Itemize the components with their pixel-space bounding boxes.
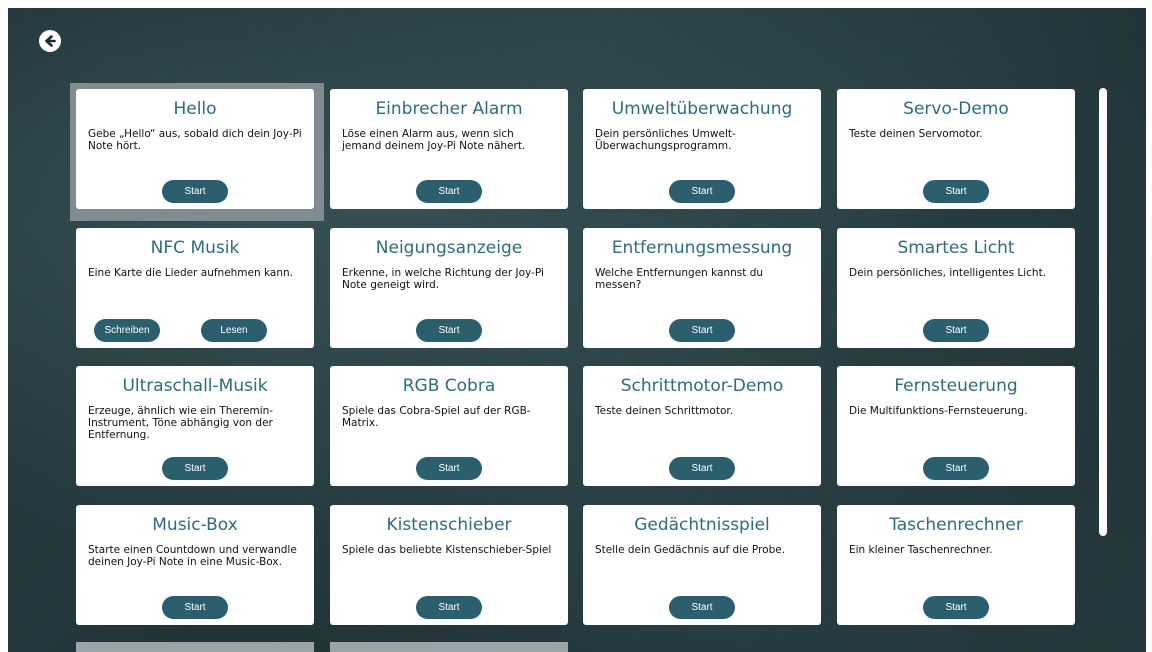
start-button[interactable]: Start <box>162 596 228 619</box>
start-button[interactable]: Start <box>416 457 482 480</box>
app-card[interactable]: Taschenrechner Ein kleiner Taschenrechner… <box>837 505 1075 625</box>
app-card[interactable]: Ultraschall-Musik Erzeuge, ähnlich wie ei… <box>76 366 314 486</box>
card-title: Einbrecher Alarm <box>375 99 523 119</box>
card-title: RGB Cobra <box>402 376 496 396</box>
app-card[interactable]: Hello Gebe „Hello“ aus, sobald dich dein … <box>76 89 314 209</box>
app-card[interactable]: Music-Box Starte einen Countdown und verw… <box>76 505 314 625</box>
app-card[interactable]: Kistenschieber Spiele das beliebte Kisten… <box>330 505 568 625</box>
scrollbar[interactable] <box>1099 88 1107 536</box>
start-button[interactable]: Start <box>923 596 989 619</box>
app-card[interactable]: Einbrecher Alarm Löse einen Alarm aus, we… <box>330 89 568 209</box>
app-card[interactable]: RGB Cobra Spiele das Cobra-Spiel auf der … <box>330 366 568 486</box>
card-description: Ein kleiner Taschenrechner. <box>849 544 993 556</box>
card-title: Smartes Licht <box>897 238 1015 258</box>
card-title: Neigungsanzeige <box>375 238 523 258</box>
start-button[interactable]: Start <box>416 596 482 619</box>
next-row-card-edge <box>330 642 568 652</box>
next-row-card-edge <box>76 642 314 652</box>
start-button[interactable]: Start <box>669 180 735 203</box>
app-card[interactable]: Gedächtnisspiel Stelle dein Gedächnis auf… <box>583 505 821 625</box>
card-description: Eine Karte die Lieder aufnehmen kann. <box>88 267 293 279</box>
card-description: Starte einen Countdown und verwandle dei… <box>88 544 297 568</box>
start-button[interactable]: Start <box>669 319 735 342</box>
lesen-button[interactable]: Lesen <box>201 319 267 342</box>
card-title: Music-Box <box>152 515 238 535</box>
card-description: Erkenne, in welche Richtung der Joy-Pi N… <box>342 267 544 291</box>
card-title: Gedächtnisspiel <box>634 515 770 535</box>
app-card[interactable]: Neigungsanzeige Erkenne, in welche Richtu… <box>330 228 568 348</box>
card-title: NFC Musik <box>150 238 240 258</box>
card-title: Entfernungsmessung <box>611 238 793 258</box>
start-button[interactable]: Start <box>162 180 228 203</box>
card-description: Erzeuge, ähnlich wie ein Theremin-Instru… <box>88 405 274 441</box>
card-title: Hello <box>173 99 217 119</box>
start-button[interactable]: Start <box>416 180 482 203</box>
start-button[interactable]: Start <box>416 319 482 342</box>
card-description: Stelle dein Gedächnis auf die Probe. <box>595 544 786 556</box>
start-button[interactable]: Start <box>669 596 735 619</box>
card-description: Dein persönliches, intelligentes Licht. <box>849 267 1047 279</box>
start-button[interactable]: Start <box>162 457 228 480</box>
card-title: Taschenrechner <box>889 515 1023 535</box>
card-title: Umweltüberwachung <box>611 99 793 119</box>
app-card[interactable]: NFC Musik Eine Karte die Lieder aufnehmen… <box>76 228 314 348</box>
app-card[interactable]: Fernsteuerung Die Multifunktions-Fernsteu… <box>837 366 1075 486</box>
card-description: Teste deinen Servomotor. <box>849 128 983 140</box>
start-button[interactable]: Start <box>923 319 989 342</box>
arrow-left-circle-icon <box>45 35 56 47</box>
card-description: Teste deinen Schrittmotor. <box>595 405 734 417</box>
card-description: Löse einen Alarm aus, wenn sich jemand d… <box>342 128 526 152</box>
app-card[interactable]: Schrittmotor-Demo Teste deinen Schrittmot… <box>583 366 821 486</box>
card-title: Schrittmotor-Demo <box>620 376 784 396</box>
card-description: Welche Entfernungen kannst du messen? <box>595 267 764 291</box>
card-title: Servo-Demo <box>903 99 1009 119</box>
card-title: Fernsteuerung <box>894 376 1018 396</box>
card-title: Ultraschall-Musik <box>122 376 268 396</box>
app-card[interactable]: Entfernungsmessung Welche Entfernungen ka… <box>583 228 821 348</box>
card-description: Spiele das beliebte Kistenschieber-Spiel <box>342 544 552 556</box>
app-card[interactable]: Smartes Licht Dein persönliches, intellig… <box>837 228 1075 348</box>
card-title: Kistenschieber <box>386 515 512 535</box>
app-card[interactable]: Servo-Demo Teste deinen Servomotor. Start <box>837 89 1075 209</box>
card-description: Dein persönliches Umwelt-Überwachungspro… <box>595 128 736 152</box>
start-button[interactable]: Start <box>923 457 989 480</box>
start-button[interactable]: Start <box>669 457 735 480</box>
app-card[interactable]: Umweltüberwachung Dein persönliches Umwel… <box>583 89 821 209</box>
back-button[interactable] <box>39 30 61 52</box>
app-screen: Hello Gebe „Hello“ aus, sobald dich dein … <box>8 8 1146 652</box>
card-description: Die Multifunktions-Fernsteuerung. <box>849 405 1028 417</box>
start-button[interactable]: Start <box>923 180 989 203</box>
card-description: Gebe „Hello“ aus, sobald dich dein Joy-P… <box>88 128 302 152</box>
schreiben-button[interactable]: Schreiben <box>94 319 160 342</box>
card-description: Spiele das Cobra-Spiel auf der RGB-Matri… <box>342 405 531 429</box>
